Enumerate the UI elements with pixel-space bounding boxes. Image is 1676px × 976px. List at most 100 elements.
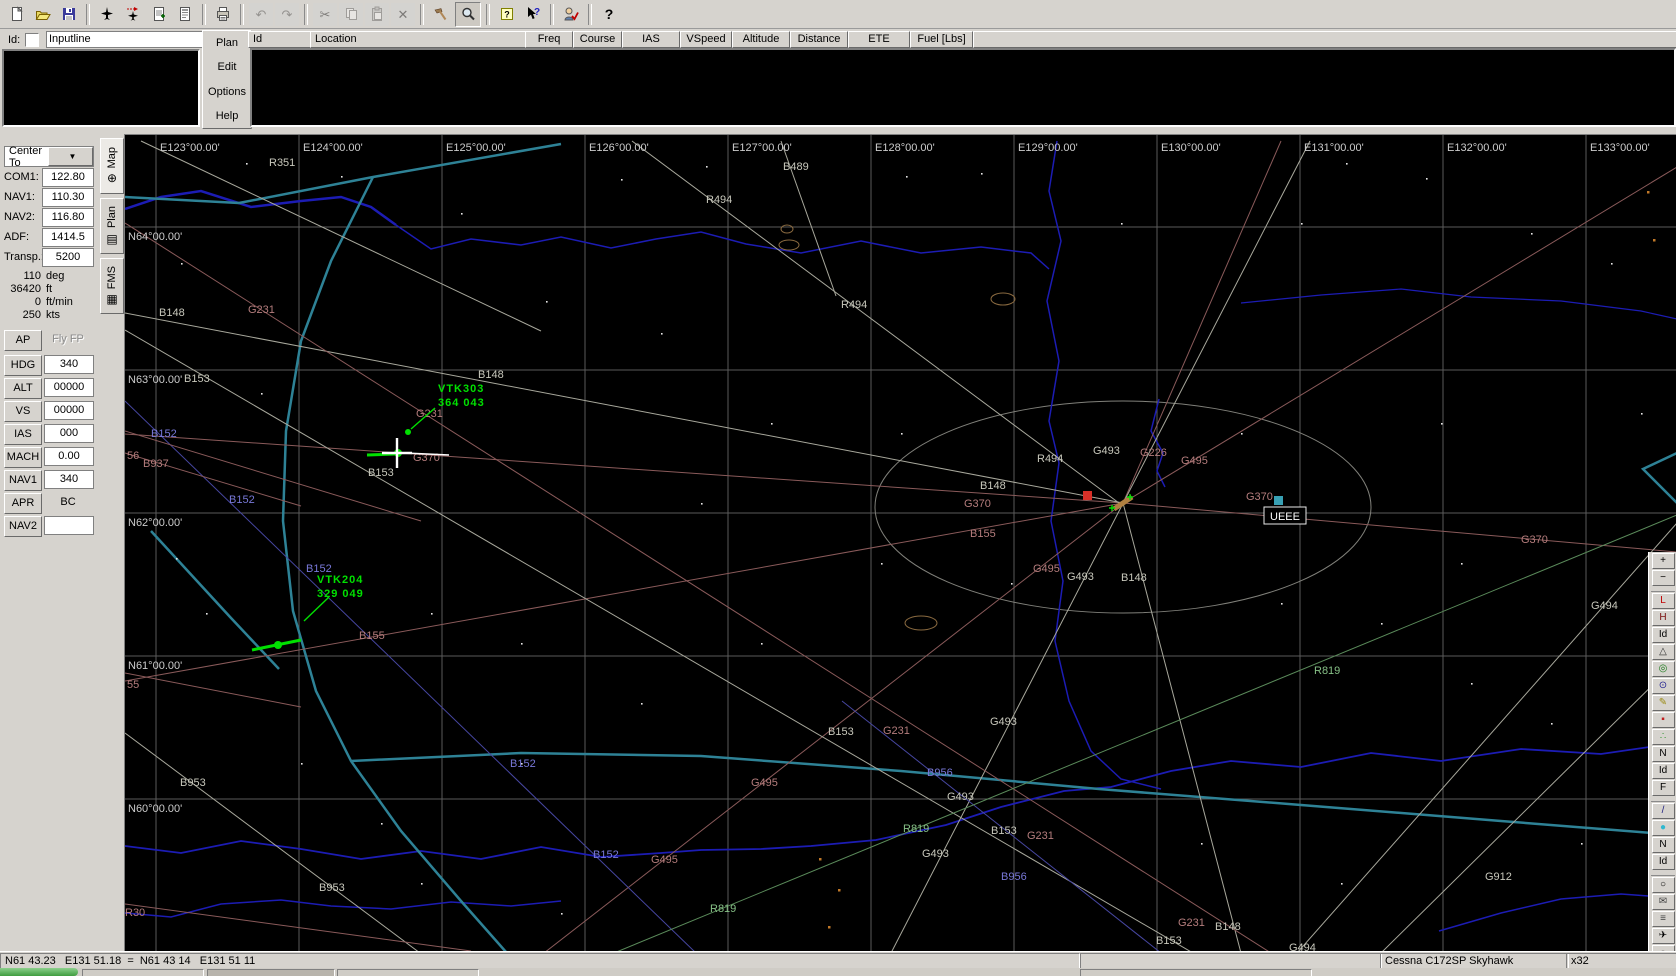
com1-label: COM1:: [4, 171, 39, 183]
column-header-altitude[interactable]: Altitude: [732, 31, 790, 48]
airport-symbol-button[interactable]: ●: [1651, 820, 1675, 836]
latitude-label: N61°00.00': [128, 660, 182, 672]
scatter-marker-button[interactable]: ∴: [1651, 729, 1675, 745]
transponder-value[interactable]: 5200: [42, 248, 94, 267]
column-header-fuel-lbs-[interactable]: Fuel [Lbs]: [910, 31, 973, 48]
ap-hdg-button[interactable]: HDG: [4, 355, 42, 376]
center-to-select[interactable]: Center To ▼: [4, 145, 94, 169]
column-header-id[interactable]: Id: [248, 31, 314, 48]
column-header-location[interactable]: Location: [310, 31, 529, 48]
about-button[interactable]: ?: [597, 2, 621, 26]
print-button[interactable]: [211, 2, 235, 26]
vor-button[interactable]: ◎: [1651, 661, 1675, 677]
airport-id-button[interactable]: Id: [1651, 854, 1675, 870]
airway-id-button[interactable]: Id: [1651, 627, 1675, 643]
navaid-name-button[interactable]: N: [1651, 746, 1675, 762]
ap-alt-button[interactable]: ALT: [4, 378, 42, 399]
vector-button[interactable]: /: [1651, 803, 1675, 819]
waypoint-dot: [246, 163, 248, 165]
ap-ias-value[interactable]: 000: [44, 424, 94, 443]
ap-nav2-button[interactable]: NAV2: [4, 516, 42, 537]
waypoint-dot: [176, 558, 178, 560]
column-header-course[interactable]: Course: [573, 31, 622, 48]
plan-doc-add-button[interactable]: [147, 2, 171, 26]
new-file-button[interactable]: [5, 2, 29, 26]
higher-airways-button[interactable]: H: [1651, 610, 1675, 626]
open-file-button[interactable]: [31, 2, 55, 26]
planeroute-icon: [127, 7, 138, 21]
aircraft-button[interactable]: [95, 2, 119, 26]
ap-nav2-value[interactable]: [44, 516, 94, 535]
adf-value[interactable]: 1414.5: [42, 228, 94, 247]
undo-icon: ↶: [255, 6, 267, 22]
tab-plan[interactable]: Plan ▤: [100, 198, 124, 254]
flight-plan-table[interactable]: [250, 48, 1676, 127]
latitude-label: N60°00.00': [128, 803, 182, 815]
column-header-ias[interactable]: IAS: [622, 31, 680, 48]
map-area[interactable]: R351 B489 R494 R494 B148 G231 B153 B148 G231 B152…: [124, 134, 1676, 954]
com1-value[interactable]: 122.80: [42, 168, 94, 187]
aircraft-route-button[interactable]: [121, 2, 145, 26]
draw-button[interactable]: ✎: [1651, 695, 1675, 711]
airway-label: R494: [1037, 453, 1063, 465]
intersection-button[interactable]: △: [1651, 644, 1675, 660]
airway-label: G493: [922, 848, 949, 860]
ap-nav1-value[interactable]: 340: [44, 470, 94, 489]
navaid-id-button[interactable]: Id: [1651, 763, 1675, 779]
nav2-value[interactable]: 116.80: [42, 208, 94, 227]
ap-apr-button[interactable]: APR: [4, 493, 42, 514]
ap-hdg-value[interactable]: 340: [44, 355, 94, 374]
chevron-down-icon[interactable]: ▼: [48, 147, 93, 166]
ndb-button[interactable]: ⊙: [1651, 678, 1675, 694]
menu-item-help[interactable]: Help: [212, 109, 243, 123]
lower-airways-button[interactable]: L: [1651, 593, 1675, 609]
ap-vs-button[interactable]: VS: [4, 401, 42, 422]
user-check-button[interactable]: [559, 2, 583, 26]
id-checkbox[interactable]: [25, 32, 40, 47]
small-marker-button[interactable]: ▪: [1651, 712, 1675, 728]
menu-item-plan[interactable]: Plan: [212, 36, 242, 50]
menu-item-edit[interactable]: Edit: [214, 60, 241, 74]
map-zoom-out-button[interactable]: −: [1651, 570, 1675, 586]
navaid-freq-button[interactable]: F: [1651, 780, 1675, 796]
column-header-distance[interactable]: Distance: [790, 31, 848, 48]
airway-label: B153: [184, 373, 210, 385]
map-canvas[interactable]: R351 B489 R494 R494 B148 G231 B153 B148 G231 B152…: [124, 135, 1676, 954]
range-ring-button[interactable]: ○: [1651, 877, 1675, 893]
map-zoom-in-button[interactable]: +: [1651, 553, 1675, 569]
tab-map[interactable]: Map ⊕: [100, 138, 124, 194]
river: [1240, 288, 1676, 320]
zoom-tool-button[interactable]: [455, 1, 481, 27]
ap-mach-value[interactable]: 0.00: [44, 447, 94, 466]
stack-button[interactable]: ≡: [1651, 911, 1675, 927]
start-button-sliver[interactable]: [0, 968, 78, 976]
airport-name-button[interactable]: N: [1651, 837, 1675, 853]
ap-nav1-button[interactable]: NAV1: [4, 470, 42, 491]
inputline-field[interactable]: Inputline: [46, 31, 204, 48]
context-help-button[interactable]: ?: [521, 2, 545, 26]
ap-ias-button[interactable]: IAS: [4, 424, 42, 445]
column-header-vspeed[interactable]: VSpeed: [680, 31, 732, 48]
input-list-box[interactable]: [2, 49, 200, 127]
save-file-button[interactable]: [57, 2, 81, 26]
column-header-freq[interactable]: Freq: [525, 31, 573, 48]
airway-label: R494: [706, 194, 732, 206]
airway-label: G231: [883, 725, 910, 737]
usercheck-icon: [564, 7, 579, 21]
ap-apr-secondary-button[interactable]: BC: [44, 493, 92, 512]
ap-vs-value[interactable]: 00000: [44, 401, 94, 420]
tab-fms[interactable]: FMS ▦: [100, 258, 124, 314]
menu-item-options[interactable]: Options: [204, 85, 250, 99]
plan-doc-button[interactable]: [173, 2, 197, 26]
help-topics-button[interactable]: ?: [495, 2, 519, 26]
flight-info-kts: 250 kts: [22, 309, 61, 321]
ap-button[interactable]: AP: [4, 330, 42, 351]
aircraft-display-button[interactable]: ✈: [1651, 928, 1675, 944]
ap-alt-value[interactable]: 00000: [44, 378, 94, 397]
tools-button[interactable]: [429, 2, 453, 26]
column-header-ete[interactable]: ETE: [848, 31, 910, 48]
ap-mach-button[interactable]: MACH: [4, 447, 42, 468]
nav1-value[interactable]: 110.30: [42, 188, 94, 207]
airway-line: [1122, 502, 1242, 954]
label-balloon-button[interactable]: ✉: [1651, 894, 1675, 910]
